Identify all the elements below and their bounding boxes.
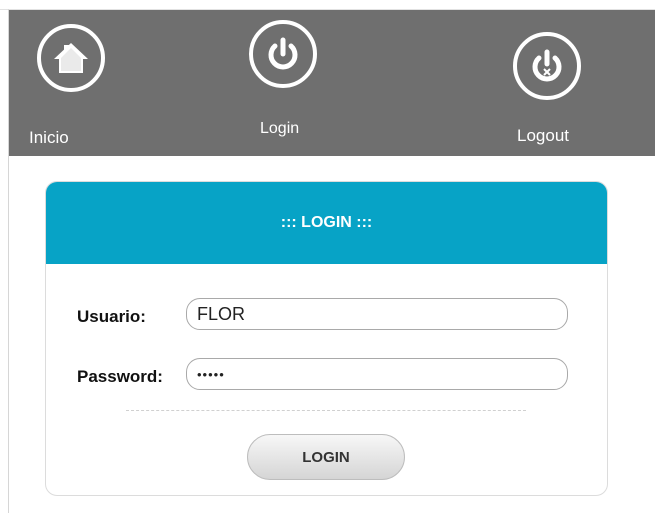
form-divider	[126, 410, 526, 411]
power-icon	[249, 20, 317, 88]
username-label: Usuario:	[77, 307, 146, 326]
top-navbar: Inicio Login Logout	[9, 10, 655, 156]
power-off-icon	[513, 32, 581, 100]
login-panel-title: ::: LOGIN :::	[280, 214, 373, 231]
nav-label-logout: Logout	[517, 126, 569, 145]
login-panel-header: ::: LOGIN :::	[46, 182, 607, 264]
home-icon	[37, 24, 105, 92]
nav-label-inicio: Inicio	[29, 128, 69, 147]
username-input[interactable]	[186, 298, 568, 330]
login-panel: ::: LOGIN ::: Usuario: Password: LOGIN	[45, 181, 608, 496]
login-button[interactable]: LOGIN	[247, 434, 405, 480]
password-label: Password:	[77, 367, 163, 386]
nav-item-inicio[interactable]: Inicio	[29, 24, 109, 147]
nav-item-login[interactable]: Login	[245, 20, 321, 137]
nav-label-login: Login	[260, 120, 300, 137]
nav-item-logout[interactable]: Logout	[509, 32, 599, 145]
password-input[interactable]	[186, 358, 568, 390]
top-border	[0, 0, 655, 10]
